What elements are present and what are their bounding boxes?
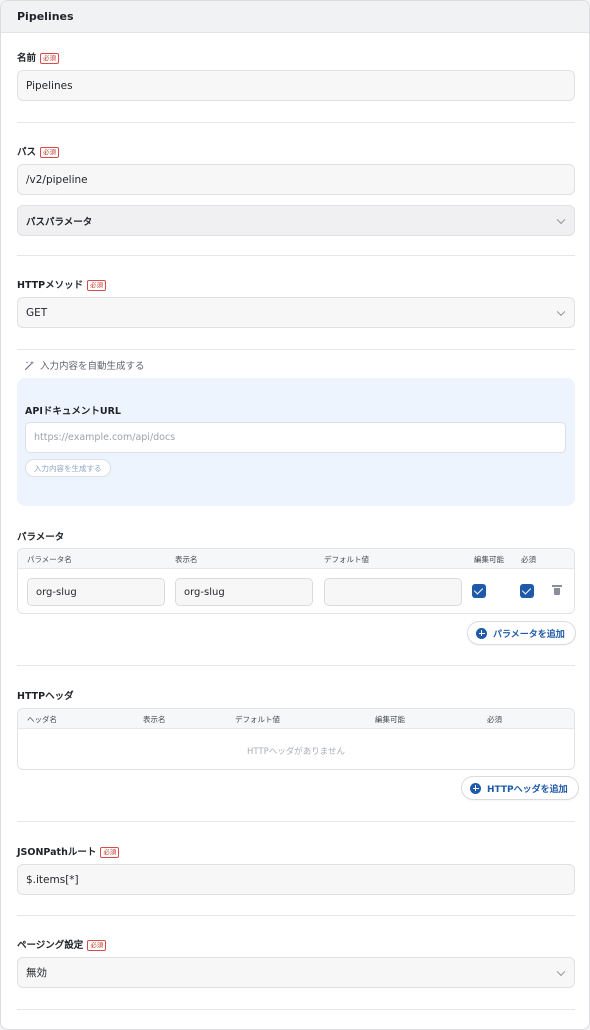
param-default-input[interactable] xyxy=(324,578,462,606)
autogen-panel: APIドキュメントURL https://example.com/api/doc… xyxy=(17,378,575,506)
name-label: 名前 必須 xyxy=(17,50,60,64)
column-header: 表示名 xyxy=(143,715,166,724)
divider xyxy=(17,349,575,350)
param-editable-checkbox[interactable] xyxy=(472,584,486,598)
path-field[interactable]: /v2/pipeline xyxy=(17,164,575,195)
column-header: 編集可能 xyxy=(474,555,504,564)
jsonpath-label: JSONPathルート 必須 xyxy=(17,844,120,858)
name-field[interactable]: Pipelines xyxy=(17,70,575,101)
path-label: パス 必須 xyxy=(17,144,60,158)
autogen-toggle[interactable]: 入力内容を自動生成する xyxy=(24,358,145,372)
trash-icon[interactable] xyxy=(552,585,562,595)
column-header: デフォルト値 xyxy=(324,555,369,564)
divider xyxy=(17,255,575,256)
add-parameter-button[interactable]: パラメータを追加 xyxy=(467,621,576,645)
column-header: 必須 xyxy=(521,555,536,564)
headers-table: ヘッダ名 表示名 デフォルト値 編集可能 必須 HTTPヘッダがありません xyxy=(17,708,575,770)
column-header: パラメータ名 xyxy=(27,555,72,564)
param-required-checkbox[interactable] xyxy=(520,584,534,598)
required-badge: 必須 xyxy=(40,53,60,64)
path-params-toggle[interactable]: パスパラメータ xyxy=(17,205,575,236)
method-label: HTTPメソッド 必須 xyxy=(17,277,107,291)
paging-select[interactable]: 無効 xyxy=(17,957,575,988)
plus-circle-icon xyxy=(470,782,481,794)
divider xyxy=(17,1009,575,1010)
chevron-down-icon xyxy=(556,215,566,224)
plus-circle-icon xyxy=(476,627,487,639)
generate-button[interactable]: 入力内容を生成する xyxy=(25,459,111,477)
required-badge: 必須 xyxy=(87,280,107,291)
required-badge: 必須 xyxy=(87,940,107,951)
column-header: 編集可能 xyxy=(375,715,405,724)
headers-empty-text: HTTPヘッダがありません xyxy=(247,747,345,757)
api-doc-url-input[interactable]: https://example.com/api/docs xyxy=(25,422,566,453)
required-badge: 必須 xyxy=(100,847,120,858)
jsonpath-field[interactable]: $.items[*] xyxy=(17,864,575,895)
magic-wand-icon xyxy=(24,360,34,370)
required-badge: 必須 xyxy=(40,147,60,158)
divider xyxy=(17,821,575,822)
params-label: パラメータ xyxy=(17,532,65,543)
chevron-down-icon xyxy=(556,967,566,976)
headers-table-header: ヘッダ名 表示名 デフォルト値 編集可能 必須 xyxy=(18,709,574,729)
params-table-header: パラメータ名 表示名 デフォルト値 編集可能 必須 xyxy=(18,549,574,569)
divider xyxy=(17,665,575,666)
params-table: パラメータ名 表示名 デフォルト値 編集可能 必須 org-slug org-s… xyxy=(17,548,575,614)
column-header: 必須 xyxy=(487,715,502,724)
chevron-down-icon xyxy=(556,307,566,316)
panel-header: Pipelines xyxy=(1,1,589,33)
add-header-button[interactable]: HTTPヘッダを追加 xyxy=(461,776,579,800)
column-header: ヘッダ名 xyxy=(27,715,57,724)
api-doc-label: APIドキュメントURL xyxy=(25,406,121,417)
method-select[interactable]: GET xyxy=(17,297,575,328)
panel-title: Pipelines xyxy=(17,10,74,23)
column-header: 表示名 xyxy=(175,555,198,564)
divider xyxy=(17,122,575,123)
param-display-name-input[interactable]: org-slug xyxy=(175,578,313,606)
paging-label: ページング設定 必須 xyxy=(17,937,107,951)
param-name-input[interactable]: org-slug xyxy=(27,578,165,606)
column-header: デフォルト値 xyxy=(235,715,280,724)
divider xyxy=(17,915,575,916)
headers-label: HTTPヘッダ xyxy=(17,691,74,702)
pipeline-form-panel: Pipelines 名前 必須 Pipelines パス 必須 /v2/pipeli… xyxy=(0,0,590,1030)
